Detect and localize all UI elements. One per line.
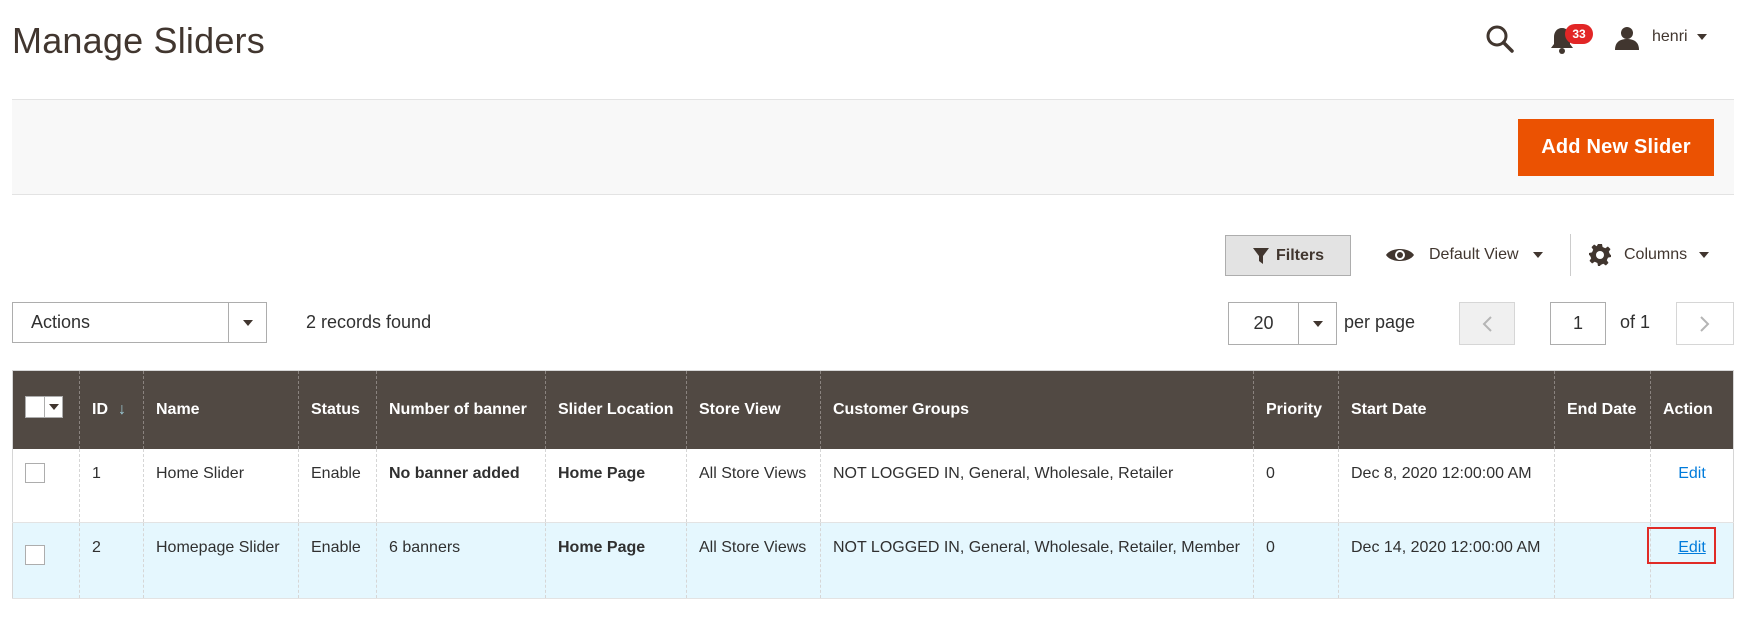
table-row[interactable]: 1 Home Slider Enable No banner added Hom…: [12, 448, 1734, 523]
notification-badge[interactable]: 33: [1565, 24, 1593, 44]
cell-end-date: [1554, 448, 1651, 523]
row-select-cell[interactable]: [12, 448, 80, 523]
cell-location: Home Page: [545, 522, 687, 599]
current-page-input[interactable]: 1: [1550, 302, 1606, 345]
cell-name: Home Slider: [143, 448, 299, 523]
cell-location: Home Page: [545, 448, 687, 523]
per-page-label: per page: [1344, 312, 1416, 332]
filters-label: Filters: [1275, 246, 1324, 264]
cell-id: 1: [79, 448, 144, 523]
mass-actions-select[interactable]: Actions: [12, 302, 267, 343]
user-name[interactable]: henri: [1652, 28, 1688, 46]
row-checkbox[interactable]: [25, 462, 45, 483]
cell-action: Edit: [1650, 448, 1734, 523]
previous-page-button[interactable]: [1459, 302, 1515, 345]
actions-label: Actions: [31, 312, 91, 332]
row-select-cell[interactable]: [12, 522, 80, 599]
cell-start-date: Dec 8, 2020 12:00:00 AM: [1338, 448, 1555, 523]
cell-start-date: Dec 14, 2020 12:00:00 AM: [1338, 522, 1555, 599]
add-new-slider-button[interactable]: Add New Slider: [1518, 119, 1714, 176]
filter-icon: [1252, 247, 1269, 264]
row-checkbox[interactable]: [25, 545, 45, 565]
chevron-down-icon: [48, 404, 59, 411]
cell-id: 2: [79, 522, 144, 599]
cell-status: Enable: [298, 522, 377, 599]
cell-name: Homepage Slider: [143, 522, 299, 599]
records-count: 2 records found: [306, 312, 432, 332]
edit-link[interactable]: Edit: [1678, 465, 1706, 482]
filters-button[interactable]: Filters: [1225, 235, 1351, 276]
select-all-checkbox[interactable]: [25, 396, 63, 419]
table-header-row: ID ↓ Name Status Number of banner Slider …: [12, 370, 1734, 449]
gear-icon: [1589, 244, 1611, 266]
highlight-box: [1647, 527, 1716, 564]
cell-status: Enable: [298, 448, 377, 523]
column-header-action: Action: [1650, 370, 1734, 449]
page-title: Manage Sliders: [12, 20, 265, 61]
chevron-right-icon: [1700, 315, 1710, 332]
column-header-priority[interactable]: Priority: [1253, 370, 1339, 449]
per-page-select[interactable]: 20: [1228, 302, 1337, 345]
columns-label: Columns: [1624, 246, 1688, 263]
next-page-button[interactable]: [1676, 302, 1734, 345]
column-header-location[interactable]: Slider Location: [545, 370, 687, 449]
chevron-down-icon: [1699, 252, 1710, 258]
column-header-name[interactable]: Name: [143, 370, 299, 449]
chevron-down-icon: [1532, 252, 1543, 258]
column-header-store-view[interactable]: Store View: [686, 370, 821, 449]
cell-customer-groups: NOT LOGGED IN, General, Wholesale, Retai…: [820, 448, 1254, 523]
divider: [1570, 234, 1571, 276]
sliders-grid: ID ↓ Name Status Number of banner Slider …: [12, 370, 1734, 599]
cell-store-view: All Store Views: [686, 522, 821, 599]
view-label: Default View: [1429, 246, 1519, 263]
chevron-down-icon: [242, 319, 253, 326]
default-view-dropdown[interactable]: Default View: [1385, 240, 1543, 270]
checkbox[interactable]: [26, 398, 44, 417]
per-page-dropdown-arrow[interactable]: [1298, 303, 1336, 344]
columns-dropdown[interactable]: Columns: [1588, 240, 1710, 270]
column-header-start-date[interactable]: Start Date: [1338, 370, 1555, 449]
user-icon[interactable]: [1614, 26, 1640, 50]
chevron-down-icon: [1312, 320, 1323, 327]
column-header-banners[interactable]: Number of banner: [376, 370, 546, 449]
chevron-left-icon: [1482, 315, 1492, 332]
eye-icon: [1386, 249, 1414, 261]
page-actions-bar: Add New Slider: [12, 99, 1734, 195]
column-label: ID: [92, 400, 108, 418]
sort-arrow-down-icon: ↓: [118, 400, 126, 418]
cell-store-view: All Store Views: [686, 448, 821, 523]
cell-banners: No banner added: [376, 448, 546, 523]
column-header-id[interactable]: ID ↓: [79, 370, 144, 449]
cell-end-date: [1554, 522, 1651, 599]
chevron-down-icon[interactable]: [1697, 34, 1707, 40]
select-all-dropdown[interactable]: [44, 397, 62, 418]
table-row[interactable]: 2 Homepage Slider Enable 6 banners Home …: [12, 522, 1734, 599]
cell-customer-groups: NOT LOGGED IN, General, Wholesale, Retai…: [820, 522, 1254, 599]
column-header-status[interactable]: Status: [298, 370, 377, 449]
cell-banners: 6 banners: [376, 522, 546, 599]
select-all-header[interactable]: [12, 370, 80, 449]
search-icon[interactable]: [1485, 24, 1515, 54]
column-header-customer-groups[interactable]: Customer Groups: [820, 370, 1254, 449]
actions-dropdown-arrow[interactable]: [228, 303, 266, 342]
column-header-end-date[interactable]: End Date: [1554, 370, 1651, 449]
total-pages-label: of 1: [1620, 312, 1651, 332]
cell-priority: 0: [1253, 522, 1339, 599]
cell-priority: 0: [1253, 448, 1339, 523]
per-page-value: 20: [1253, 313, 1274, 333]
